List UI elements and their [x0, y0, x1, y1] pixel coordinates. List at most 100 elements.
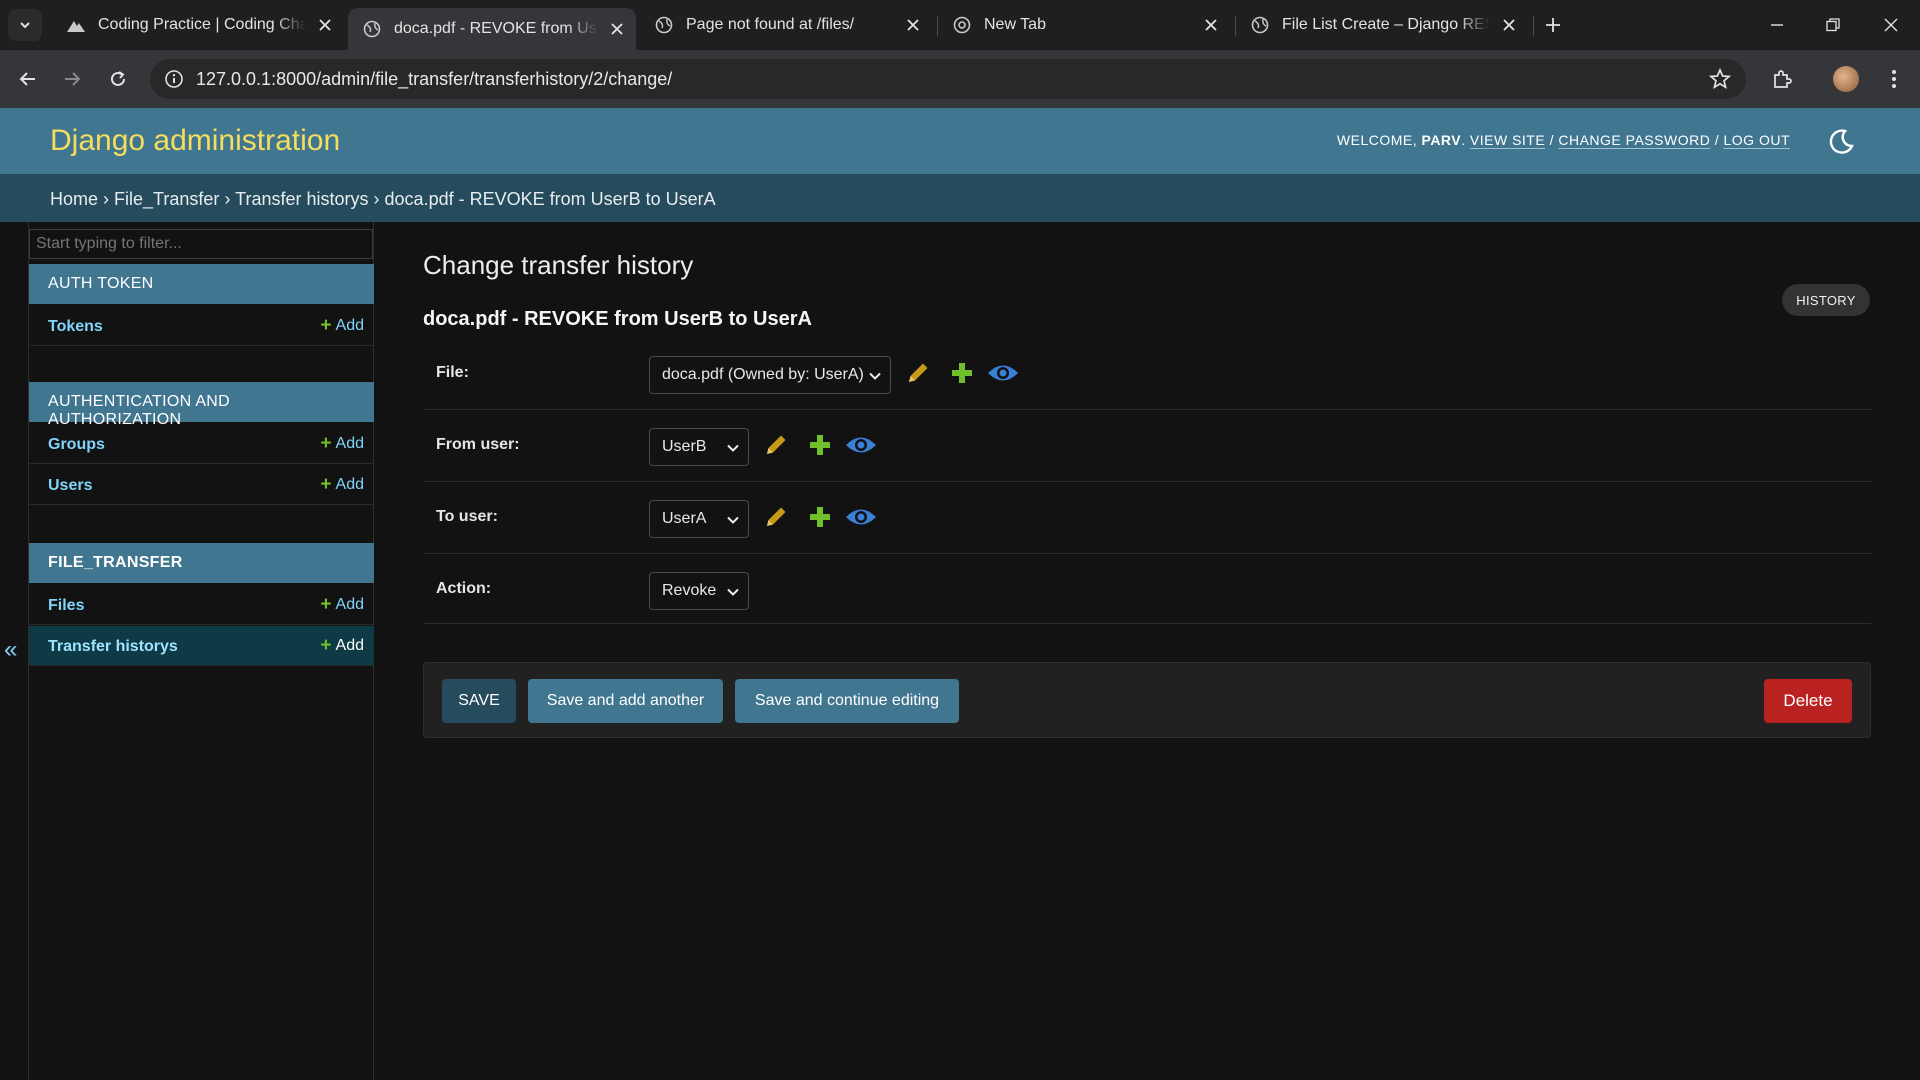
back-button[interactable] [12, 63, 44, 95]
separator: / [1549, 132, 1554, 148]
sidebar-item-label[interactable]: Files [48, 597, 84, 615]
change-file-button[interactable] [901, 356, 935, 390]
plus-icon [810, 435, 830, 455]
sidebar-item-transfer-historys: Transfer historys + Add [29, 626, 374, 666]
view-file-button[interactable] [986, 356, 1020, 390]
site-header: Django administration Welcome, parv. Vie… [0, 108, 1920, 174]
view-to-user-button[interactable] [844, 500, 878, 534]
add-transfer-history-link[interactable]: + Add [320, 636, 364, 655]
new-tab-button[interactable] [1540, 12, 1566, 38]
file-select[interactable]: doca.pdf (Owned by: UserA) [649, 356, 891, 394]
sidebar-item-label[interactable]: Transfer historys [48, 638, 178, 656]
pencil-icon [909, 363, 928, 382]
sidebar-item-label[interactable]: Users [48, 477, 92, 495]
close-icon[interactable] [314, 14, 336, 36]
arrow-left-icon [19, 72, 35, 86]
browser-tab-coding-practice[interactable]: Coding Practice | Coding Challe [52, 8, 344, 42]
browser-tab-file-list-create[interactable]: File List Create – Django REST fr [1236, 8, 1528, 42]
change-to-user-button[interactable] [759, 500, 793, 534]
add-from-user-button[interactable] [803, 428, 837, 462]
site-branding[interactable]: Django administration [50, 124, 340, 158]
moon-icon [1829, 129, 1854, 154]
reload-icon [111, 71, 125, 86]
breadcrumb-home[interactable]: Home [50, 189, 98, 209]
pencil-icon [767, 507, 786, 526]
save-and-add-another-button[interactable]: Save and add another [528, 679, 723, 723]
field-label: From user: [436, 436, 520, 453]
reload-button[interactable] [102, 63, 134, 95]
save-and-continue-editing-button[interactable]: Save and continue editing [735, 679, 959, 723]
action-select[interactable]: Revoke [649, 572, 749, 610]
delete-button[interactable]: Delete [1764, 679, 1852, 723]
add-files-link[interactable]: + Add [320, 595, 364, 614]
history-button[interactable]: HISTORY [1782, 284, 1870, 316]
view-from-user-button[interactable] [844, 428, 878, 462]
profile-button[interactable] [1830, 63, 1862, 95]
nav-filter-input[interactable] [29, 229, 373, 259]
separator: / [1714, 132, 1720, 148]
form-row-file: File: doca.pdf (Owned by: UserA) [423, 338, 1871, 410]
mountain-icon [66, 15, 86, 35]
minimize-icon [1771, 24, 1783, 26]
globe-icon [654, 15, 674, 35]
pencil-icon [767, 435, 786, 454]
address-bar[interactable]: 127.0.0.1:8000/admin/file_transfer/trans… [150, 59, 1746, 99]
add-label: Add [335, 317, 364, 334]
minimize-button[interactable] [1762, 10, 1792, 40]
select-value: Revoke [662, 582, 717, 599]
browser-toolbar: 127.0.0.1:8000/admin/file_transfer/trans… [0, 50, 1920, 108]
restore-button[interactable] [1818, 10, 1848, 40]
field-label: File: [436, 364, 469, 381]
browser-tab-new-tab[interactable]: New Tab [938, 8, 1230, 42]
breadcrumb-separator: › [224, 189, 231, 209]
form-row-action: Action: Revoke [423, 554, 1871, 624]
url-text[interactable]: 127.0.0.1:8000/admin/file_transfer/trans… [196, 69, 672, 90]
tab-search-button[interactable] [8, 9, 42, 41]
site-info-icon[interactable] [160, 65, 188, 93]
close-icon [1884, 18, 1898, 32]
browser-menu-button[interactable] [1878, 63, 1910, 95]
breadcrumb-app[interactable]: File_Transfer [114, 189, 219, 209]
field-label: Action: [436, 580, 492, 597]
browser-tab-active[interactable]: doca.pdf - REVOKE from UserB [348, 8, 636, 50]
tab-title: Coding Practice | Coding Challe [98, 16, 306, 33]
save-button[interactable]: SAVE [442, 679, 516, 723]
breadcrumb-current: doca.pdf - REVOKE from UserB to UserA [384, 189, 716, 209]
breadcrumb-model[interactable]: Transfer historys [235, 189, 368, 209]
breadcrumb: Home › File_Transfer › Transfer historys… [0, 174, 1920, 222]
forward-button[interactable] [56, 63, 88, 95]
close-icon[interactable] [902, 14, 924, 36]
module-caption-file-transfer[interactable]: FILE_TRANSFER [29, 543, 374, 583]
add-groups-link[interactable]: + Add [320, 434, 364, 453]
close-icon[interactable] [1498, 14, 1520, 36]
theme-toggle-button[interactable] [1826, 127, 1856, 157]
username: parv [1421, 132, 1462, 148]
module-caption-authentication[interactable]: AUTHENTICATION AND AUTHORIZATION [29, 382, 374, 428]
change-from-user-button[interactable] [759, 428, 793, 462]
add-file-button[interactable] [945, 356, 979, 390]
chevron-down-icon [727, 588, 739, 596]
sidebar-item-label[interactable]: Tokens [48, 318, 103, 336]
change-password-link[interactable]: Change password [1558, 132, 1710, 148]
close-icon[interactable] [1200, 14, 1222, 36]
view-site-link[interactable]: View site [1470, 132, 1545, 148]
close-window-button[interactable] [1876, 10, 1906, 40]
more-vertical-icon [1892, 70, 1896, 88]
browser-tab-page-not-found[interactable]: Page not found at /files/ [640, 8, 932, 42]
close-icon[interactable] [606, 18, 628, 40]
add-to-user-button[interactable] [803, 500, 837, 534]
module-caption-auth-token[interactable]: AUTH TOKEN [29, 264, 374, 304]
add-label: Add [335, 596, 364, 613]
add-tokens-link[interactable]: + Add [320, 316, 364, 335]
log-out-link[interactable]: Log out [1723, 132, 1790, 148]
collapse-sidebar-button[interactable]: « [4, 636, 24, 666]
from-user-select[interactable]: UserB [649, 428, 749, 466]
to-user-select[interactable]: UserA [649, 500, 749, 538]
object-heading: doca.pdf - REVOKE from UserB to UserA [423, 308, 812, 330]
sidebar-item-label[interactable]: Groups [48, 436, 105, 454]
tab-separator [1533, 16, 1534, 36]
add-users-link[interactable]: + Add [320, 475, 364, 494]
submit-row: SAVE Save and add another Save and conti… [423, 662, 1871, 738]
extensions-button[interactable] [1766, 63, 1798, 95]
bookmark-star-icon[interactable] [1708, 67, 1732, 91]
